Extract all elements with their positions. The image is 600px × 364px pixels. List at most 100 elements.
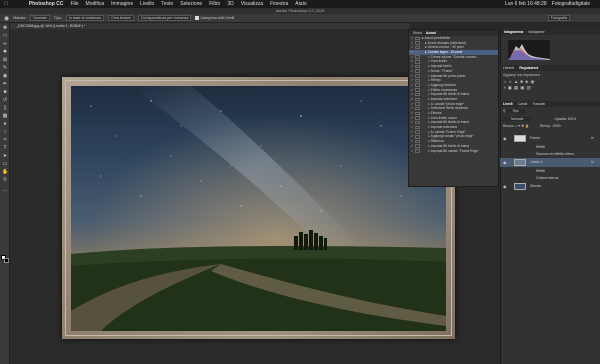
brush-tool-icon[interactable]: ✒ xyxy=(2,82,8,87)
healing-brush-icon[interactable]: ◉ xyxy=(4,15,9,22)
dialog-toggle-box[interactable] xyxy=(415,50,420,55)
dialog-toggle-box[interactable] xyxy=(415,106,420,111)
background-color-swatch[interactable] xyxy=(4,258,9,263)
blur-tool-icon[interactable]: ● xyxy=(2,122,8,127)
layer-row[interactable]: ◉ Livello 1 fx xyxy=(500,158,600,167)
layer-row[interactable]: Smusso ed effetto rilievo xyxy=(500,151,600,157)
layer-row[interactable]: Effetti xyxy=(500,168,600,174)
tab-paths[interactable]: Tracciati xyxy=(532,102,545,106)
dialog-toggle-box[interactable] xyxy=(415,83,420,87)
menu-3d[interactable]: 3D xyxy=(227,1,233,7)
create-texture-option[interactable]: Crea texture xyxy=(108,15,134,21)
apple-icon[interactable]:  xyxy=(4,1,8,7)
sample-all-checkbox[interactable]: Campiona tutti i livelli xyxy=(195,16,234,21)
tab-libraries[interactable]: Librerie xyxy=(503,66,514,70)
dialog-toggle-box[interactable] xyxy=(415,92,420,97)
lock-icons[interactable]: □ ✒ ✥ 🔒 xyxy=(515,124,529,128)
tab-azioni[interactable]: Azioni xyxy=(426,31,436,35)
tab-navigator[interactable]: Navigatore xyxy=(528,30,544,34)
tab-channels[interactable]: Canali xyxy=(518,102,528,106)
layer-row[interactable]: ◉ Sfondo xyxy=(500,182,600,191)
content-aware-option[interactable]: In base al contenuto xyxy=(65,15,105,21)
crop-tool-icon[interactable]: ⊞ xyxy=(2,58,8,63)
dialog-toggle-box[interactable] xyxy=(415,135,420,139)
menu-file[interactable]: File xyxy=(70,1,78,7)
marquee-tool-icon[interactable]: □ xyxy=(2,34,8,39)
dialog-toggle-box[interactable] xyxy=(415,64,420,69)
type-tool-icon[interactable]: T xyxy=(2,146,8,151)
more-tools-icon[interactable]: … xyxy=(2,188,8,193)
dialog-toggle-box[interactable] xyxy=(415,69,420,73)
dialog-toggle-box[interactable] xyxy=(415,88,420,92)
dialog-toggle-box[interactable] xyxy=(415,125,420,130)
stamp-tool-icon[interactable]: ■ xyxy=(2,90,8,95)
visibility-eye-icon[interactable]: ◉ xyxy=(503,158,507,167)
hand-tool-icon[interactable]: ✋ xyxy=(2,170,8,175)
menu-finestra[interactable]: Finestra xyxy=(270,1,288,7)
menu-livello[interactable]: Livello xyxy=(140,1,154,7)
zoom-tool-icon[interactable]: ⚲ xyxy=(2,178,8,183)
menu-app-name[interactable]: Photoshop CC xyxy=(29,1,64,7)
dialog-toggle-box[interactable] xyxy=(415,74,420,78)
action-row[interactable]: ✓ ▹ Imposta Bit canale "Frame Edge" xyxy=(409,149,498,154)
dialog-toggle-box[interactable] xyxy=(415,116,420,120)
menu-selezione[interactable]: Selezione xyxy=(180,1,202,7)
healing-tool-icon[interactable]: ◉ xyxy=(2,74,8,79)
path-select-tool-icon[interactable]: ➤ xyxy=(2,154,8,159)
dialog-toggle-box[interactable] xyxy=(415,55,420,59)
lasso-tool-icon[interactable]: ∞ xyxy=(2,42,8,47)
visibility-eye-icon[interactable]: ◉ xyxy=(503,182,507,191)
gradient-tool-icon[interactable]: ▩ xyxy=(2,114,8,119)
proximity-option[interactable]: Corrispondenza per vicinanza xyxy=(137,15,192,21)
dialog-toggle-box[interactable] xyxy=(415,139,420,144)
eraser-tool-icon[interactable]: ▯ xyxy=(2,106,8,111)
disclosure-triangle-icon[interactable]: ▹ xyxy=(428,149,430,154)
tab-layers[interactable]: Livelli xyxy=(503,102,513,106)
histogram-tabs: Istogramma Navigatore xyxy=(501,29,600,35)
tab-adjustments[interactable]: Regolazioni xyxy=(519,66,538,70)
fx-icon[interactable]: fx xyxy=(591,158,594,167)
menu-visualizza[interactable]: Visualizza xyxy=(241,1,263,7)
quick-select-tool-icon[interactable]: ✸ xyxy=(2,50,8,55)
dialog-toggle-box[interactable] xyxy=(415,78,420,83)
dialog-toggle-box[interactable] xyxy=(415,45,420,50)
layer-row[interactable]: ◉ Frame fx xyxy=(500,134,600,143)
adjustment-icons-row2[interactable]: ◑▣▦▣▧ xyxy=(503,85,533,91)
workspace-select[interactable]: Fotografia xyxy=(547,15,570,21)
menu-filtro[interactable]: Filtro xyxy=(209,1,220,7)
blend-mode-select[interactable]: Normale xyxy=(503,117,532,121)
dialog-toggle-box[interactable] xyxy=(415,144,420,148)
menu-immagine[interactable]: Immagine xyxy=(111,1,133,7)
dialog-toggle-box[interactable] xyxy=(415,102,420,106)
fill-value[interactable]: 100% xyxy=(552,124,560,128)
history-brush-tool-icon[interactable]: ↺ xyxy=(2,98,8,103)
menu-modifica[interactable]: Modifica xyxy=(86,1,105,7)
layer-kind-select[interactable]: Tipo xyxy=(506,109,525,113)
disclosure-triangle-icon[interactable]: ▸ xyxy=(422,36,424,41)
layer-row[interactable]: Ombra interna xyxy=(500,175,600,181)
fx-icon[interactable]: fx xyxy=(591,134,594,143)
tab-histogram[interactable]: Istogramma xyxy=(504,30,523,34)
eyedropper-tool-icon[interactable]: ✎ xyxy=(2,66,8,71)
dodge-tool-icon[interactable]: ○ xyxy=(2,130,8,135)
layer-row[interactable]: Effetti xyxy=(500,144,600,150)
move-tool-icon[interactable]: ✥ xyxy=(2,26,8,31)
dialog-toggle-box[interactable] xyxy=(415,120,420,125)
menu-testo[interactable]: Testo xyxy=(161,1,173,7)
dialog-toggle-box[interactable] xyxy=(415,111,420,116)
opacity-value[interactable]: 100% xyxy=(568,117,576,121)
menu-aiuto[interactable]: Aiuto xyxy=(295,1,306,7)
dialog-toggle-box[interactable] xyxy=(415,149,420,153)
pen-tool-icon[interactable]: ✑ xyxy=(2,138,8,143)
dialog-toggle-box[interactable] xyxy=(415,36,420,41)
dialog-toggle-box[interactable] xyxy=(415,60,420,64)
shape-tool-icon[interactable]: ▭ xyxy=(2,162,8,167)
tab-storia[interactable]: Storia xyxy=(413,31,422,35)
visibility-eye-icon[interactable]: ◉ xyxy=(503,134,507,143)
disclosure-triangle-icon[interactable]: ▸ xyxy=(425,50,427,55)
mode-select[interactable]: Normale xyxy=(30,15,50,21)
user-name[interactable]: Fotografiadigitale xyxy=(552,1,590,7)
dialog-toggle-box[interactable] xyxy=(415,130,420,134)
dialog-toggle-box[interactable] xyxy=(415,97,420,102)
dialog-toggle-box[interactable] xyxy=(415,41,420,45)
